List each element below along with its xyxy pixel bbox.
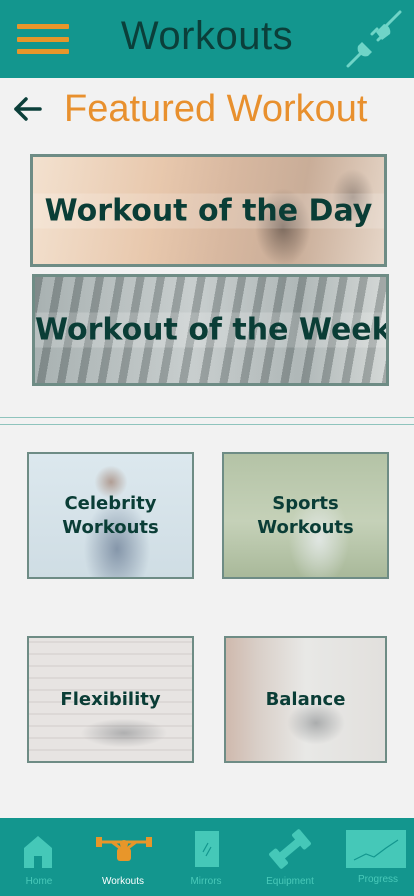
- workout-of-the-day-banner[interactable]: Workout of the Day: [30, 154, 387, 267]
- dumbbell-icon: [269, 829, 311, 869]
- tile-label-line: Sports: [272, 492, 339, 514]
- tile-label: Flexibility: [29, 688, 192, 712]
- nav-label: Home: [25, 876, 53, 887]
- nav-item-mirrors[interactable]: Mirrors: [168, 818, 244, 896]
- tile-label-line: Celebrity: [64, 492, 157, 514]
- mirror-icon: [195, 831, 219, 867]
- tile-label-line: Workouts: [257, 516, 354, 538]
- nav-item-home[interactable]: Home: [0, 818, 78, 896]
- tile-label-line: Workouts: [62, 516, 159, 538]
- workout-of-the-week-banner[interactable]: Workout of the Week: [32, 274, 389, 386]
- plug-disconnect-icon[interactable]: [344, 10, 404, 68]
- tile-label: Celebrity Workouts: [29, 492, 192, 540]
- tile-label-line: Flexibility: [60, 688, 161, 710]
- nav-label: Progress: [357, 874, 398, 885]
- nav-item-progress[interactable]: Progress: [342, 818, 414, 896]
- divider: [0, 417, 414, 418]
- progress-chart-icon: [346, 830, 406, 868]
- weightlifter-icon: [96, 837, 152, 861]
- app-header: Workouts: [0, 0, 414, 78]
- sports-workouts-tile[interactable]: Sports Workouts: [222, 452, 389, 579]
- back-arrow-icon[interactable]: [12, 92, 46, 126]
- celebrity-workouts-tile[interactable]: Celebrity Workouts: [27, 452, 194, 579]
- balance-tile[interactable]: Balance: [224, 636, 387, 763]
- nav-label: Mirrors: [190, 876, 222, 887]
- nav-label: Workouts: [101, 876, 145, 887]
- tile-label: Sports Workouts: [224, 492, 387, 540]
- banner-label: Workout of the Week: [35, 312, 389, 348]
- nav-item-workouts[interactable]: Workouts: [88, 818, 158, 896]
- tile-label-line: Balance: [265, 688, 346, 710]
- nav-item-equipment[interactable]: Equipment: [254, 818, 326, 896]
- divider: [0, 424, 414, 425]
- banner-label: Workout of the Day: [33, 193, 384, 228]
- section-title: Featured Workout: [64, 88, 368, 130]
- tile-label: Balance: [226, 688, 385, 712]
- nav-label: Equipment: [266, 876, 314, 887]
- bottom-nav: Home Workouts Mirrors Equipment Progress: [0, 818, 414, 896]
- home-icon: [24, 836, 52, 868]
- flexibility-tile[interactable]: Flexibility: [27, 636, 194, 763]
